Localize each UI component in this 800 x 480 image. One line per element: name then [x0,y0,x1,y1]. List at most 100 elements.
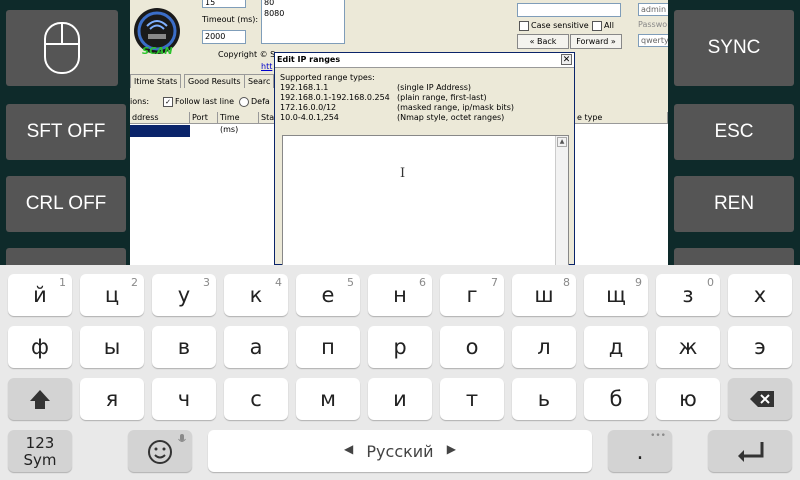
letter-key[interactable]: я [80,378,144,420]
username-input[interactable]: admin [638,3,668,16]
range-example: 10.0-4.0.1,254 [280,113,339,122]
timeout-label: Timeout (ms): [202,15,259,24]
scroll-up-icon[interactable]: ▲ [557,137,567,147]
default-label: Defa [251,97,270,106]
column-time[interactable]: Time (ms) [218,112,259,134]
follow-last-line-checkbox[interactable]: ✓ [163,97,173,107]
letter-key-label: ь [537,387,551,411]
text-cursor-icon: I [400,166,406,181]
number-hint: 6 [419,276,426,289]
emoji-key[interactable] [128,430,192,472]
scrollbar[interactable]: ▲ [555,136,568,265]
letter-key[interactable]: ц2 [80,274,144,316]
all-checkbox[interactable] [592,21,602,31]
letter-key[interactable]: д [584,326,648,368]
letter-key[interactable]: ю [656,378,720,420]
app-logo: SCAN [132,6,182,58]
letter-key[interactable]: л [512,326,576,368]
ports-list[interactable]: 80 8080 [261,0,345,44]
number-hint: 9 [635,276,642,289]
all-label: All [604,21,614,30]
letter-key[interactable]: в [152,326,216,368]
dialog-titlebar[interactable]: Edit IP ranges ✕ [275,53,574,68]
column-port[interactable]: Port [190,112,218,124]
number-hint: 1 [59,276,66,289]
range-description: (plain range, first-last) [397,93,487,102]
range-description: (single IP Address) [397,83,472,92]
letter-key[interactable]: и [368,378,432,420]
letter-key[interactable]: т [440,378,504,420]
column-type[interactable]: e type [575,112,668,124]
timeout-input[interactable]: 2000 [202,30,246,44]
letter-key[interactable]: п [296,326,360,368]
shift-toggle-button[interactable]: SFT OFF [6,104,126,160]
rename-button[interactable]: REN [674,176,794,232]
letter-key[interactable]: р [368,326,432,368]
ctrl-toggle-button[interactable]: CRL OFF [6,176,126,232]
letter-key[interactable]: ч [152,378,216,420]
letter-key[interactable]: е5 [296,274,360,316]
search-input[interactable] [517,3,621,17]
tab-good-results[interactable]: Good Results [184,74,245,88]
period-key[interactable]: . ••• [608,430,672,472]
letter-key[interactable]: с [224,378,288,420]
shift-key[interactable] [8,378,72,420]
letter-key[interactable]: ж [656,326,720,368]
letter-key[interactable]: г7 [440,274,504,316]
letter-key[interactable]: щ9 [584,274,648,316]
symbols-key-bottom: Sym [23,451,57,469]
letter-key[interactable]: а [224,326,288,368]
letter-key-label: р [393,335,407,359]
forward-button[interactable]: Forward » [570,34,622,49]
tab-search[interactable]: Searc [244,74,275,88]
options-label: ions: [130,97,150,106]
ip-ranges-textarea[interactable]: I ▲ [282,135,569,266]
sync-button[interactable]: SYNC [674,10,794,86]
case-sensitive-checkbox[interactable] [519,21,529,31]
letter-key[interactable]: б [584,378,648,420]
port-item: 8080 [264,9,285,18]
back-button[interactable]: « Back [517,34,569,49]
backspace-icon [750,391,774,407]
password-input[interactable]: qwerty [638,34,668,47]
enter-arrow-icon [738,442,764,462]
logo-text: SCAN [142,46,173,57]
letter-key[interactable]: э [728,326,792,368]
letter-key[interactable]: у3 [152,274,216,316]
letter-key[interactable]: й1 [8,274,72,316]
letter-key[interactable]: х [728,274,792,316]
website-link[interactable]: htt [261,62,272,71]
letter-key-label: ю [679,387,697,411]
space-key[interactable]: ◀ Русский ▶ [208,430,592,472]
letter-key[interactable]: о [440,326,504,368]
results-grid-right[interactable] [575,112,668,265]
column-status[interactable]: Sta [259,112,275,124]
mouse-button[interactable] [6,10,118,86]
esc-button[interactable]: ESC [674,104,794,160]
letter-key[interactable]: ф [8,326,72,368]
edit-ip-ranges-dialog: Edit IP ranges ✕ Supported range types: … [274,52,575,266]
letter-key-label: я [105,387,119,411]
port-item: 80 [264,0,275,7]
letter-key-label: о [465,335,479,359]
letter-key-label: ч [177,387,191,411]
letter-key[interactable]: н6 [368,274,432,316]
backspace-key[interactable] [728,378,792,420]
language-next-icon: ▶ [446,442,456,456]
letter-key[interactable]: з0 [656,274,720,316]
letter-key[interactable]: ш8 [512,274,576,316]
symbols-key[interactable]: 123 Sym [8,430,72,472]
selected-row[interactable] [130,125,190,137]
tab-realtime-stats[interactable]: ltime Stats [130,74,182,88]
threads-input[interactable]: 15 [202,0,246,8]
default-radio[interactable] [239,97,249,107]
letter-key[interactable]: ь [512,378,576,420]
column-address[interactable]: ddress [130,112,190,124]
letter-key[interactable]: ы [80,326,144,368]
close-icon[interactable]: ✕ [561,54,572,65]
letter-key[interactable]: к4 [224,274,288,316]
microphone-icon [178,434,186,442]
letter-key[interactable]: м [296,378,360,420]
enter-key[interactable] [708,430,792,472]
language-label: Русский [366,442,434,461]
